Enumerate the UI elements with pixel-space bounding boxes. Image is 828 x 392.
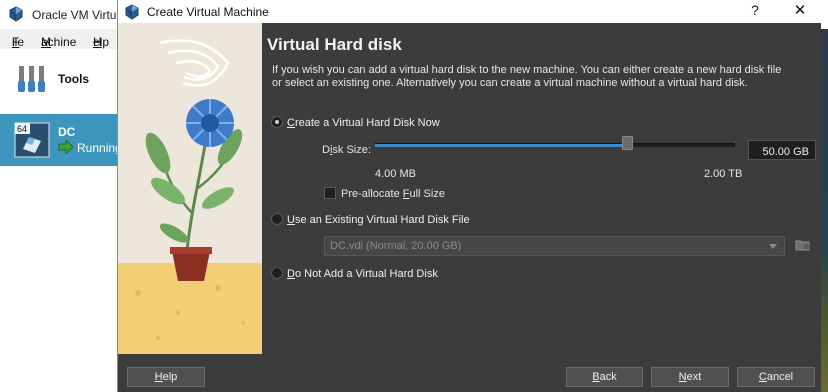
existing-disk-select[interactable]: DC.vdi (Normal, 20.00 GB) xyxy=(324,236,785,256)
tools-label: Tools xyxy=(58,72,90,86)
disk-size-input[interactable] xyxy=(748,140,816,160)
existing-disk-value: DC.vdi (Normal, 20.00 GB) xyxy=(330,240,462,252)
preallocate-checkbox[interactable] xyxy=(324,187,336,199)
disk-size-slider-fill xyxy=(375,144,627,147)
no-disk-radio[interactable] xyxy=(271,267,283,279)
disk-size-max-label: 2.00 TB xyxy=(704,168,743,180)
tools-icon xyxy=(18,66,45,92)
preallocate-label[interactable]: Pre-allocate Full Size xyxy=(341,188,445,200)
wizard-page: Virtual Hard disk If you wish you can ad… xyxy=(262,23,821,354)
wizard-button-bar: Help Back Next Cancel xyxy=(118,354,821,392)
create-new-disk-radio[interactable] xyxy=(271,116,283,128)
vm-os-icon: 64 xyxy=(14,122,50,158)
virtualbox-logo-icon xyxy=(125,4,139,20)
disk-size-slider-handle[interactable] xyxy=(621,136,633,150)
create-vm-dialog: Create Virtual Machine ? ✕ Virtual Hard … xyxy=(117,0,821,392)
disk-size-slider[interactable] xyxy=(375,143,735,147)
wizard-illustration xyxy=(118,23,262,354)
disk-size-min-label: 4.00 MB xyxy=(375,168,416,180)
manager-sidebar: Tools 64 DC Running xyxy=(0,49,122,392)
vm-state: Running xyxy=(77,141,122,155)
page-title: Virtual Hard disk xyxy=(267,35,402,54)
disk-size-label: Disk Size: xyxy=(322,144,371,156)
use-existing-disk-radio[interactable] xyxy=(271,213,283,225)
dialog-titlebar: Create Virtual Machine ? ✕ xyxy=(118,0,821,23)
close-icon[interactable]: ✕ xyxy=(789,1,811,21)
running-arrow-icon xyxy=(58,140,74,154)
flower-pot-illustration xyxy=(118,23,262,354)
use-existing-disk-label[interactable]: Use an Existing Virtual Hard Disk File xyxy=(287,214,470,226)
sidebar-item-tools[interactable]: Tools xyxy=(0,55,118,103)
choose-disk-folder-icon[interactable] xyxy=(795,237,811,253)
manager-title: Oracle VM Virtu xyxy=(32,8,117,22)
create-new-disk-label[interactable]: Create a Virtual Hard Disk Now xyxy=(287,117,440,129)
vm-name: DC xyxy=(58,125,76,139)
dialog-title: Create Virtual Machine xyxy=(147,5,269,19)
next-button[interactable]: Next xyxy=(651,367,729,387)
chevron-down-icon xyxy=(769,244,777,249)
svg-text:64: 64 xyxy=(17,124,27,134)
help-question-icon[interactable]: ? xyxy=(744,2,766,20)
desktop-background-strip xyxy=(820,29,828,392)
vm-list-item-dc[interactable]: 64 DC Running xyxy=(0,114,122,166)
no-disk-label[interactable]: Do Not Add a Virtual Hard Disk xyxy=(287,268,438,280)
back-button[interactable]: Back xyxy=(566,367,643,387)
help-button[interactable]: Help xyxy=(127,367,205,387)
cancel-button[interactable]: Cancel xyxy=(737,367,815,387)
virtualbox-logo-icon xyxy=(9,6,23,22)
manager-menubar: File Machine Help xyxy=(0,29,118,49)
page-description: If you wish you can add a virtual hard d… xyxy=(272,64,782,89)
